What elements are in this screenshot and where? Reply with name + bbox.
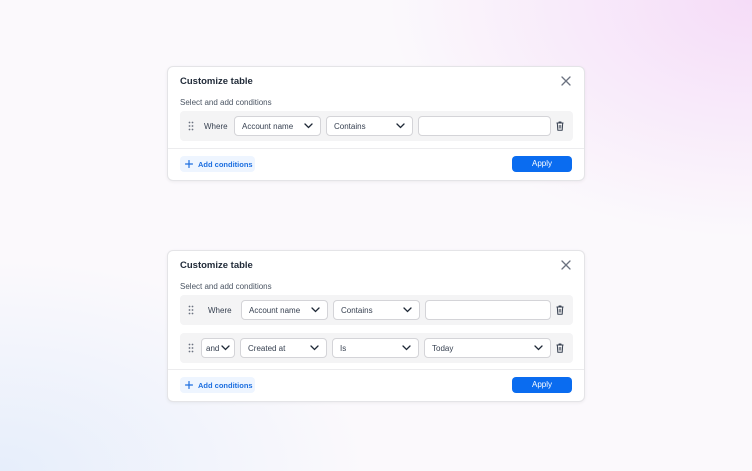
chevron-down-icon (534, 345, 543, 351)
plus-icon (185, 381, 193, 389)
panel-header: Customize table (168, 67, 584, 97)
chevron-down-icon (311, 307, 320, 313)
panel-title: Customize table (180, 260, 253, 271)
field-select-value: Account name (249, 306, 301, 315)
add-conditions-button[interactable]: Add conditions (180, 377, 255, 393)
chevron-down-icon (402, 345, 411, 351)
operator-select[interactable]: Contains (326, 116, 413, 136)
value-input[interactable] (425, 300, 551, 320)
value-select-value: Today (432, 344, 454, 353)
chevron-down-icon (221, 345, 230, 351)
divider (168, 148, 584, 149)
field-select-value: Created at (248, 344, 286, 353)
panel-title: Customize table (180, 76, 253, 87)
operator-select[interactable]: Is (332, 338, 419, 358)
drag-handle-icon[interactable] (188, 121, 194, 131)
condition-row: Where Account name Contains (180, 111, 573, 141)
plus-icon (185, 160, 193, 168)
where-label: Where (204, 122, 228, 131)
apply-button[interactable]: Apply (512, 156, 572, 172)
add-conditions-button[interactable]: Add conditions (180, 156, 255, 172)
operator-select-value: Contains (341, 306, 373, 315)
divider (168, 369, 584, 370)
value-select[interactable]: Today (424, 338, 551, 358)
trash-icon[interactable] (556, 121, 564, 131)
connector-select-value: and (206, 344, 220, 353)
chevron-down-icon (403, 307, 412, 313)
chevron-down-icon (304, 123, 313, 129)
where-label: Where (208, 306, 232, 315)
add-conditions-label: Add conditions (198, 381, 253, 390)
close-button[interactable] (560, 259, 572, 271)
field-select[interactable]: Created at (240, 338, 327, 358)
drag-handle-icon[interactable] (188, 305, 194, 315)
panel-header: Customize table (168, 251, 584, 281)
chevron-down-icon (396, 123, 405, 129)
condition-row: Where Account name Contains (180, 295, 573, 325)
trash-icon[interactable] (556, 343, 564, 353)
close-icon (561, 76, 571, 86)
close-button[interactable] (560, 75, 572, 87)
close-icon (561, 260, 571, 270)
operator-select[interactable]: Contains (333, 300, 420, 320)
operator-select-value: Contains (334, 122, 366, 131)
value-input[interactable] (418, 116, 551, 136)
chevron-down-icon (310, 345, 319, 351)
operator-select-value: Is (340, 344, 347, 353)
panel-subtitle: Select and add conditions (180, 98, 272, 107)
customize-table-panel: Customize table Select and add condition… (167, 250, 585, 402)
apply-button[interactable]: Apply (512, 377, 572, 393)
field-select-value: Account name (242, 122, 294, 131)
trash-icon[interactable] (556, 305, 564, 315)
field-select[interactable]: Account name (234, 116, 321, 136)
customize-table-panel: Customize table Select and add condition… (167, 66, 585, 181)
panel-subtitle: Select and add conditions (180, 282, 272, 291)
condition-row: and Created at Is Today (180, 333, 573, 363)
drag-handle-icon[interactable] (188, 343, 194, 353)
connector-select[interactable]: and (201, 338, 235, 358)
add-conditions-label: Add conditions (198, 160, 253, 169)
field-select[interactable]: Account name (241, 300, 328, 320)
